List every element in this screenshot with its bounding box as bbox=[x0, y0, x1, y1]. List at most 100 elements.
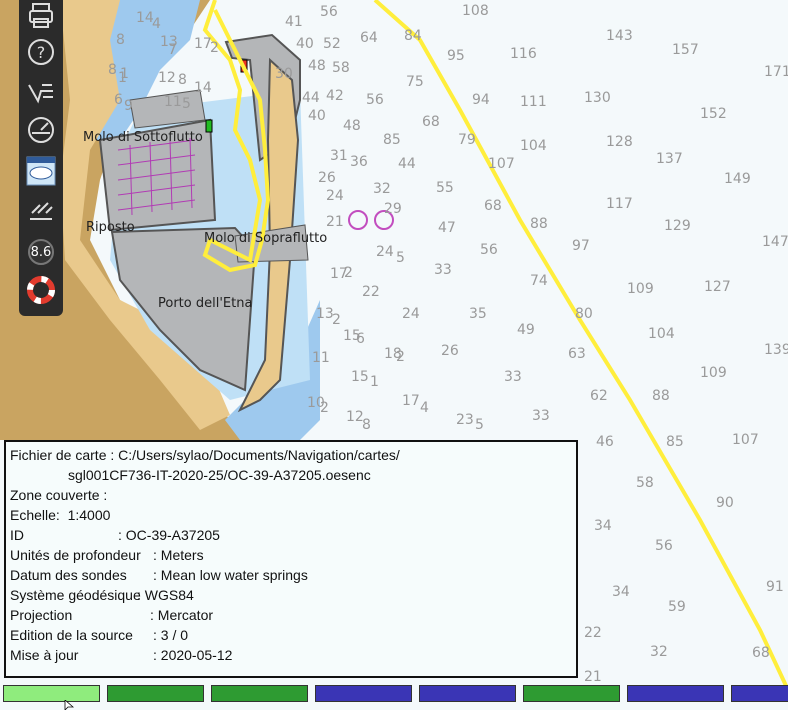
depth-sounding: 12 bbox=[158, 70, 176, 86]
depth-sounding: 88 bbox=[530, 216, 548, 232]
depth-sounding: 32 bbox=[650, 644, 668, 660]
depth-sounding: 62 bbox=[590, 388, 608, 404]
info-label: Fichier de carte : bbox=[10, 447, 115, 463]
info-value: sgl001CF736-IT-2020-25/OC-39-A37205.oese… bbox=[68, 467, 371, 483]
depth-sounding: 56 bbox=[655, 538, 673, 554]
green-light-icon bbox=[205, 119, 213, 133]
mob-button[interactable] bbox=[24, 274, 58, 306]
depth-sounding: 109 bbox=[700, 365, 727, 381]
info-row-update: Mise à jour: 2020-05-12 bbox=[10, 645, 572, 665]
depth-sounding: 85 bbox=[383, 132, 401, 148]
depth-sounding: 94 bbox=[472, 92, 490, 108]
chart-quilt-segment[interactable] bbox=[419, 685, 516, 702]
depth-sounding: 24 bbox=[402, 306, 420, 322]
depth-sounding: 52 bbox=[323, 36, 341, 52]
depth-sounding: 129 bbox=[664, 218, 691, 234]
depth-sounding: 46 bbox=[596, 434, 614, 450]
depth-sounding: 33 bbox=[532, 408, 550, 424]
depth-sounding: 41 bbox=[285, 14, 303, 30]
help-button[interactable]: ? bbox=[24, 36, 58, 68]
info-value: : Meters bbox=[153, 547, 204, 563]
chart-quilt-segment[interactable] bbox=[211, 685, 308, 702]
depth-sounding: 14 bbox=[194, 80, 212, 96]
route-button[interactable] bbox=[24, 194, 58, 226]
info-row-file-cont: sgl001CF736-IT-2020-25/OC-39-A37205.oese… bbox=[10, 465, 572, 485]
info-value: : Mercator bbox=[150, 607, 214, 623]
depth-sounding: 147 bbox=[762, 234, 788, 250]
depth-sounding: 31 bbox=[330, 148, 348, 164]
depth-sounding: 24 bbox=[376, 244, 394, 260]
svg-text:?: ? bbox=[37, 43, 46, 62]
depth-sounding: 33 bbox=[434, 262, 452, 278]
depth-sounding: 139 bbox=[764, 342, 788, 358]
chart-quilt-segment[interactable] bbox=[731, 685, 788, 702]
depth-sounding: 85 bbox=[666, 434, 684, 450]
chart-thumbnail-button[interactable] bbox=[24, 155, 58, 187]
depth-sounding: 22 bbox=[362, 284, 380, 300]
depth-sounding: 5 bbox=[475, 417, 484, 433]
place-name-label: Riposto bbox=[86, 220, 135, 235]
chart-quilt-segment[interactable] bbox=[523, 685, 620, 702]
depth-sounding: 22 bbox=[584, 625, 602, 641]
print-button[interactable] bbox=[24, 0, 58, 32]
route-icon bbox=[30, 202, 53, 220]
depth-sounding: 80 bbox=[575, 306, 593, 322]
info-label: ID bbox=[10, 527, 24, 543]
chart-thumbnail-icon bbox=[26, 156, 56, 186]
depth-sounding: 2 bbox=[210, 40, 219, 56]
depth-sounding: 35 bbox=[469, 306, 487, 322]
info-value: : WGS84 bbox=[137, 587, 194, 603]
depth-sounding: 130 bbox=[584, 90, 611, 106]
depth-sounding: 5 bbox=[182, 96, 191, 112]
depth-sounding: 64 bbox=[360, 30, 378, 46]
depth-sounding: 128 bbox=[606, 134, 633, 150]
depth-sounding: 109 bbox=[627, 281, 654, 297]
depth-sounding: 97 bbox=[572, 238, 590, 254]
depth-sounding: 149 bbox=[724, 171, 751, 187]
depth-sounding: 4 bbox=[152, 16, 161, 32]
depth-sounding: 75 bbox=[406, 74, 424, 90]
info-label: Zone couverte : bbox=[10, 487, 108, 503]
depth-sounding: 34 bbox=[612, 584, 630, 600]
depth-sounding: 1 bbox=[118, 70, 127, 86]
place-name-label: Molo di Sottoflutto bbox=[83, 130, 203, 145]
depth-sounding: 58 bbox=[332, 60, 350, 76]
info-row-edition: Edition de la source: 3 / 0 bbox=[10, 625, 572, 645]
info-value: : 2020-05-12 bbox=[153, 647, 233, 663]
depth-sounding: 34 bbox=[594, 518, 612, 534]
depth-sounding: 88 bbox=[652, 388, 670, 404]
depth-sounding: 29 bbox=[384, 201, 402, 217]
tide-current-button[interactable] bbox=[24, 76, 58, 108]
depth-sounding: 24 bbox=[326, 188, 344, 204]
chart-quilt-segment[interactable] bbox=[315, 685, 412, 702]
info-label: Projection bbox=[10, 607, 73, 623]
zoom-level-button[interactable]: 8.6 bbox=[24, 236, 58, 268]
depth-sounding: 107 bbox=[488, 156, 515, 172]
depth-sounding: 5 bbox=[396, 250, 405, 266]
depth-sounding: 79 bbox=[458, 132, 476, 148]
depth-sounding: 40 bbox=[308, 108, 326, 124]
info-row-depth-units: Unités de profondeur: Meters bbox=[10, 545, 572, 565]
depth-sounding: 4 bbox=[420, 400, 429, 416]
depth-sounding: 32 bbox=[373, 181, 391, 197]
depth-sounding: 104 bbox=[648, 326, 675, 342]
depth-sounding: 44 bbox=[398, 156, 416, 172]
info-row-datum: Datum des sondes: Mean low water springs bbox=[10, 565, 572, 585]
depth-sounding: 152 bbox=[700, 106, 727, 122]
info-row-zone: Zone couverte : bbox=[10, 485, 572, 505]
chart-quilt-segment[interactable] bbox=[3, 685, 100, 702]
depth-sounding: 21 bbox=[326, 214, 344, 230]
help-icon: ? bbox=[28, 39, 54, 65]
depth-sounding: 56 bbox=[366, 92, 384, 108]
left-toolbar: ? 8.6 bbox=[19, 0, 63, 316]
depth-sounding: 68 bbox=[422, 114, 440, 130]
chart-quilt-segment[interactable] bbox=[627, 685, 724, 702]
depth-sounding: 157 bbox=[672, 42, 699, 58]
depth-sounding: 68 bbox=[484, 198, 502, 214]
depth-sounding: 26 bbox=[441, 343, 459, 359]
chart-quilt-segment[interactable] bbox=[107, 685, 204, 702]
dashboard-button[interactable] bbox=[24, 114, 58, 146]
depth-sounding: 33 bbox=[504, 369, 522, 385]
depth-sounding: 108 bbox=[462, 3, 489, 19]
info-value: : OC-39-A37205 bbox=[118, 527, 220, 543]
